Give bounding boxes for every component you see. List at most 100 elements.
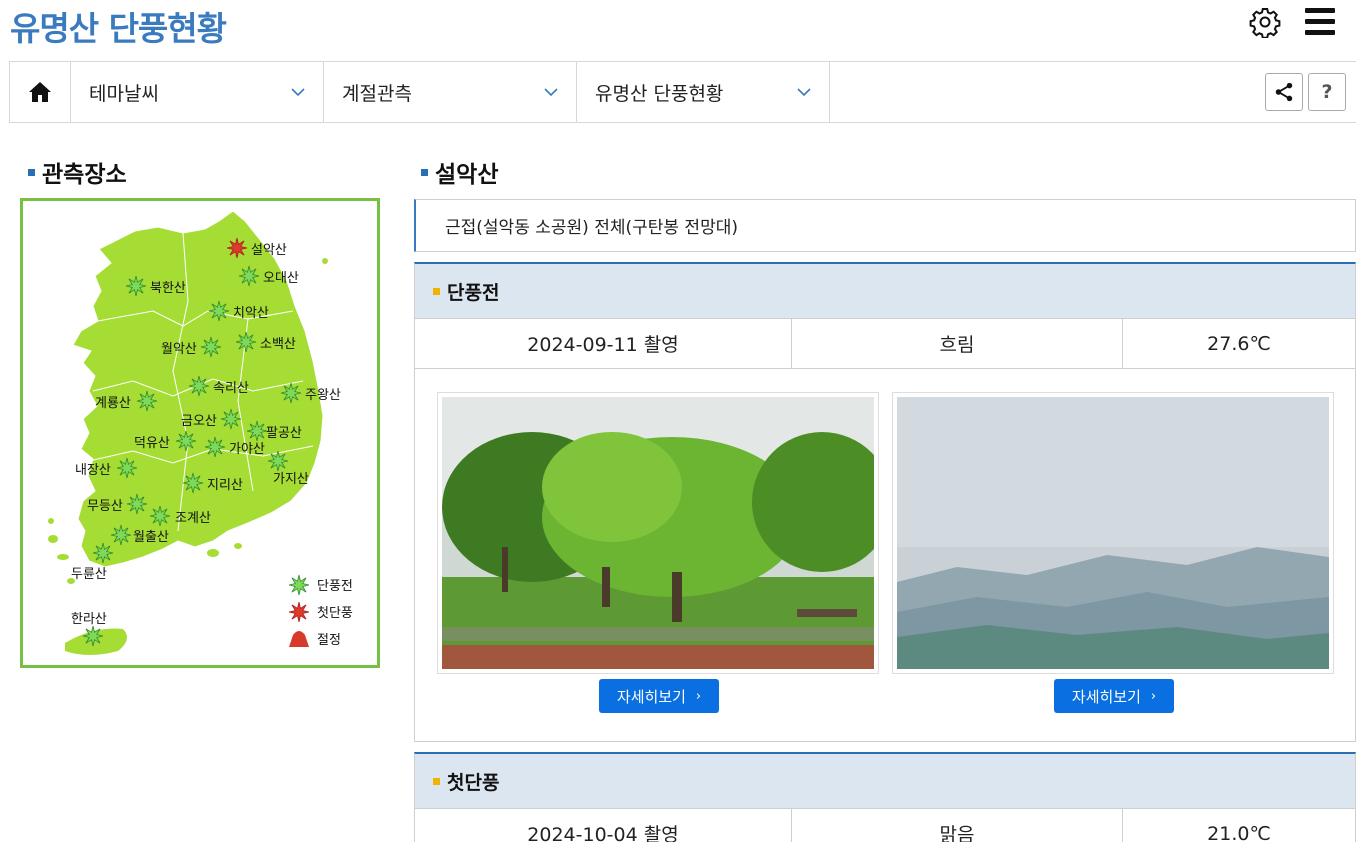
temperature: 27.6℃ xyxy=(1207,332,1271,355)
mountain-label[interactable]: 북한산 xyxy=(150,281,186,296)
mountain-label[interactable]: 무등산 xyxy=(87,499,123,514)
mountain-label[interactable]: 가지산 xyxy=(273,472,309,487)
location-label: 근접(설악동 소공원) 전체(구탄봉 전망대) xyxy=(445,218,738,238)
chevron-right-icon: › xyxy=(695,688,702,704)
mountain-label[interactable]: 소백산 xyxy=(260,337,296,352)
nav-dropdown-season-observation[interactable]: 계절관측 xyxy=(324,62,577,122)
nav-dropdown-label: 유명산 단풍현황 xyxy=(595,82,724,105)
heading-text: 관측장소 xyxy=(42,162,127,188)
mountain-marker-icon[interactable] xyxy=(208,300,230,322)
location-selector[interactable]: 근접(설악동 소공원) 전체(구탄봉 전망대) xyxy=(414,199,1356,252)
mountain-marker-icon[interactable] xyxy=(280,382,302,404)
weather: 흐림 xyxy=(792,319,1123,368)
mountain-marker-icon[interactable] xyxy=(238,265,260,287)
mountain-marker-icon[interactable] xyxy=(126,493,148,515)
mountain-marker-icon[interactable] xyxy=(175,430,197,452)
photo-date: 2024-09-11 촬영 xyxy=(415,319,792,368)
page-title: 유명산 단풍현황 xyxy=(10,9,227,48)
mountain-marker-icon[interactable] xyxy=(188,375,210,397)
legend-label: 절정 xyxy=(317,633,341,648)
help-button[interactable]: ? xyxy=(1308,73,1346,111)
heading-text: 설악산 xyxy=(435,162,499,188)
mountain-label[interactable]: 금오산 xyxy=(181,414,217,429)
ulleung-island-shape xyxy=(322,258,328,264)
photo-far[interactable] xyxy=(892,392,1334,674)
legend-before-icon[interactable] xyxy=(288,574,310,596)
stage-title-text: 단풍전 xyxy=(447,281,500,304)
mountain-label[interactable]: 팔공산 xyxy=(266,426,302,441)
mountain-marker-icon[interactable] xyxy=(246,420,268,442)
selected-mountain-heading: 설악산 xyxy=(421,155,498,189)
view-details-button[interactable]: 자세히보기 › xyxy=(1054,679,1174,713)
stage-info-row: 2024-10-04 촬영 맑음 21.0℃ xyxy=(415,808,1355,842)
observation-places-heading: 관측장소 xyxy=(28,155,127,189)
mountain-label[interactable]: 치악산 xyxy=(233,306,269,321)
nav-dropdown-label: 테마날씨 xyxy=(89,82,159,105)
nav-dropdown-label: 계절관측 xyxy=(342,82,412,105)
menu-icon[interactable] xyxy=(1305,8,1335,36)
mountain-marker-icon[interactable] xyxy=(116,457,138,479)
mountain-marker-icon[interactable] xyxy=(267,450,289,472)
mountain-marker-icon[interactable] xyxy=(220,408,242,430)
breadcrumb-nav: 테마날씨 계절관측 유명산 단풍현황 ? xyxy=(9,61,1356,123)
temperature: 21.0℃ xyxy=(1207,822,1271,842)
mountain-label[interactable]: 가야산 xyxy=(229,442,265,457)
stage-title: 단풍전 xyxy=(415,264,1355,318)
view-details-label: 자세히보기 xyxy=(1071,687,1141,706)
settings-gear-icon[interactable] xyxy=(1249,6,1281,39)
mountain-label[interactable]: 한라산 xyxy=(71,612,107,627)
mountain-marker-icon[interactable] xyxy=(226,237,248,259)
mountain-marker-icon[interactable] xyxy=(125,275,147,297)
stage-marker xyxy=(433,287,440,295)
heading-marker xyxy=(421,168,428,176)
photo-date: 2024-10-04 촬영 xyxy=(415,809,792,842)
share-button[interactable] xyxy=(1265,73,1303,111)
mountain-label[interactable]: 월출산 xyxy=(133,530,169,545)
photo-gallery: 자세히보기 › 자세히보기 › xyxy=(415,369,1355,739)
chevron-down-icon xyxy=(797,88,811,97)
share-icon xyxy=(1275,82,1293,102)
mountain-label[interactable]: 조계산 xyxy=(175,511,211,526)
legend-peak-icon xyxy=(289,631,309,647)
chevron-right-icon: › xyxy=(1150,688,1157,704)
chevron-down-icon xyxy=(544,88,558,97)
mountain-label[interactable]: 지리산 xyxy=(207,478,243,493)
mountain-label[interactable]: 월악산 xyxy=(161,342,197,357)
weather: 맑음 xyxy=(792,809,1123,842)
nav-dropdown-theme-weather[interactable]: 테마날씨 xyxy=(71,62,324,122)
home-button[interactable] xyxy=(10,62,71,122)
mountain-marker-icon[interactable] xyxy=(200,336,222,358)
mountain-label[interactable]: 오대산 xyxy=(263,271,299,286)
home-icon xyxy=(29,82,51,102)
mountain-label[interactable]: 두륜산 xyxy=(71,567,107,582)
view-details-button[interactable]: 자세히보기 › xyxy=(599,679,719,713)
mountain-marker-icon[interactable] xyxy=(136,390,158,412)
nav-tool-buttons: ? xyxy=(1265,62,1356,122)
chevron-down-icon xyxy=(291,88,305,97)
nav-dropdown-foliage-status[interactable]: 유명산 단풍현황 xyxy=(577,62,830,122)
stage-info-row: 2024-09-11 촬영 흐림 27.6℃ xyxy=(415,318,1355,369)
mountain-label[interactable]: 속리산 xyxy=(213,381,249,396)
mountain-marker-icon[interactable] xyxy=(82,625,104,647)
mountain-label[interactable]: 내장산 xyxy=(75,463,111,478)
mountain-marker-icon[interactable] xyxy=(110,524,132,546)
mountain-marker-icon[interactable] xyxy=(92,542,114,564)
legend-first-icon[interactable] xyxy=(288,601,310,623)
legend-label: 단풍전 xyxy=(317,579,353,594)
stage-title-text: 첫단풍 xyxy=(447,771,500,794)
mountain-marker-icon[interactable] xyxy=(204,436,226,458)
stage-panel-first-foliage: 첫단풍 2024-10-04 촬영 맑음 21.0℃ xyxy=(414,752,1356,842)
legend-label: 첫단풍 xyxy=(317,606,353,621)
mountain-label[interactable]: 계룡산 xyxy=(95,396,131,411)
stage-marker xyxy=(433,777,440,785)
mountain-marker-icon[interactable] xyxy=(149,505,171,527)
mountain-marker-icon[interactable] xyxy=(182,472,204,494)
mountain-label[interactable]: 주왕산 xyxy=(305,388,341,403)
mountain-label[interactable]: 덕유산 xyxy=(134,436,170,451)
stage-title: 첫단풍 xyxy=(415,754,1355,808)
photo-near[interactable] xyxy=(437,392,879,674)
stage-panel-before: 단풍전 2024-09-11 촬영 흐림 27.6℃ 자세히보기 › 자세히보기… xyxy=(414,262,1356,742)
mountain-label[interactable]: 설악산 xyxy=(251,243,287,258)
mountain-marker-icon[interactable] xyxy=(235,331,257,353)
view-details-label: 자세히보기 xyxy=(616,687,686,706)
